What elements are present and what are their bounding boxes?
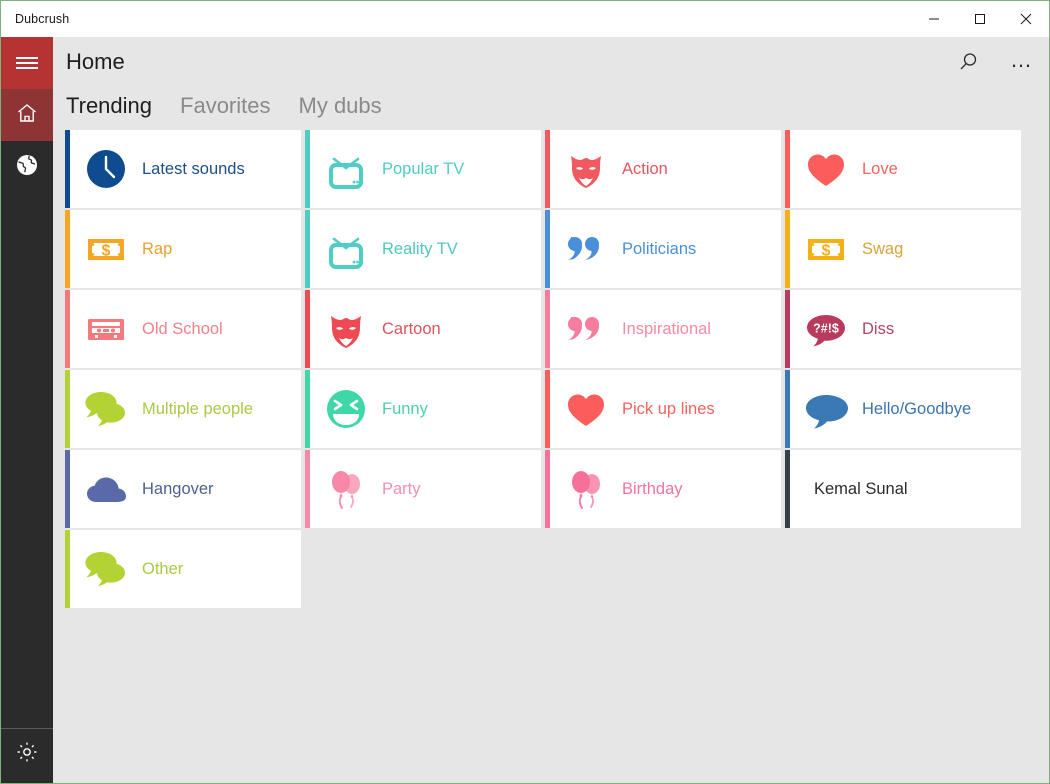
category-tile-label: Party <box>382 479 421 498</box>
category-tile[interactable]: Birthday <box>545 450 781 528</box>
home-button[interactable] <box>1 89 53 141</box>
laughing-face-icon <box>310 370 382 448</box>
category-tile-label: Love <box>862 159 898 178</box>
category-tile[interactable]: Old School <box>65 290 301 368</box>
category-tile-label: Inspirational <box>622 319 711 338</box>
category-tile[interactable]: Pick up lines <box>545 370 781 448</box>
globe-icon <box>15 153 39 182</box>
application-window: Dubcrush Home … Trending Favorites My du… <box>0 0 1050 784</box>
category-tile[interactable]: Reality TV <box>305 210 541 288</box>
banknote-icon: $ <box>70 210 142 288</box>
category-tile-label: Swag <box>862 239 904 258</box>
category-tile[interactable]: Love <box>785 130 1021 208</box>
chat-bubbles-icon <box>70 530 142 608</box>
title-bar: Dubcrush <box>1 1 1049 37</box>
more-options-button[interactable]: … <box>1005 47 1039 81</box>
category-grid: Latest sounds Popular TV Action Love $ Rap Rea… <box>65 130 1023 608</box>
category-tile[interactable]: Politicians <box>545 210 781 288</box>
category-tile[interactable]: Hello/Goodbye <box>785 370 1021 448</box>
category-tile[interactable]: Hangover <box>65 450 301 528</box>
mask-icon <box>310 290 382 368</box>
gear-icon <box>15 740 39 769</box>
navigation-rail <box>1 37 53 783</box>
category-tile[interactable]: $ Rap <box>65 210 301 288</box>
category-tile-label: Reality TV <box>382 239 458 258</box>
header-actions: … <box>951 47 1039 81</box>
window-controls <box>911 1 1049 37</box>
banknote-icon: $ <box>790 210 862 288</box>
category-tile-label: Pick up lines <box>622 399 715 418</box>
tab-my-dubs[interactable]: My dubs <box>298 93 383 119</box>
television-icon <box>310 210 382 288</box>
category-tile-label: Funny <box>382 399 428 418</box>
category-tile-label: Hello/Goodbye <box>862 399 972 418</box>
page-title: Home <box>66 49 125 74</box>
heart-icon <box>550 370 622 448</box>
balloons-icon <box>310 450 382 528</box>
quote-icon <box>550 290 622 368</box>
television-icon <box>310 130 382 208</box>
category-tile[interactable]: Kemal Sunal <box>785 450 1021 528</box>
heart-icon <box>790 130 862 208</box>
hamburger-icon <box>16 54 38 72</box>
category-tile[interactable]: ?#!$ Diss <box>785 290 1021 368</box>
category-tile-label: Action <box>622 159 668 178</box>
svg-text:$: $ <box>102 243 111 260</box>
hamburger-menu-button[interactable] <box>1 37 53 89</box>
category-tile[interactable]: Funny <box>305 370 541 448</box>
category-tile[interactable]: Cartoon <box>305 290 541 368</box>
tab-bar: Trending Favorites My dubs <box>65 93 383 119</box>
tab-favorites[interactable]: Favorites <box>179 93 271 119</box>
tab-trending[interactable]: Trending <box>65 93 153 119</box>
category-tile-label: Cartoon <box>382 319 441 338</box>
chat-bubbles-icon <box>70 370 142 448</box>
mask-icon <box>550 130 622 208</box>
category-tile-label: Birthday <box>622 479 683 498</box>
speech-bubble-icon <box>790 370 862 448</box>
category-tile-label: Politicians <box>622 239 697 258</box>
category-tile-label: Hangover <box>142 479 214 498</box>
window-title: Dubcrush <box>15 12 70 26</box>
category-tile-label: Diss <box>862 319 895 338</box>
settings-button[interactable] <box>1 728 53 780</box>
category-tile-label: Kemal Sunal <box>814 479 908 498</box>
ellipsis-icon: … <box>1010 46 1034 72</box>
svg-text:?#!$: ?#!$ <box>813 322 839 336</box>
close-button[interactable] <box>1003 1 1049 37</box>
maximize-button[interactable] <box>957 1 1003 37</box>
category-tile[interactable]: Latest sounds <box>65 130 301 208</box>
category-tile[interactable]: $ Swag <box>785 210 1021 288</box>
category-tile-label: Rap <box>142 239 173 258</box>
cassette-icon <box>70 290 142 368</box>
home-icon <box>15 101 39 130</box>
minimize-button[interactable] <box>911 1 957 37</box>
category-tile-label: Old School <box>142 319 223 338</box>
category-tile[interactable]: Other <box>65 530 301 608</box>
cloud-icon <box>70 450 142 528</box>
clock-icon <box>70 130 142 208</box>
category-tile[interactable]: Popular TV <box>305 130 541 208</box>
category-tile-label: Multiple people <box>142 399 253 418</box>
category-tile-label: Latest sounds <box>142 159 245 178</box>
balloons-icon <box>550 450 622 528</box>
category-tile[interactable]: Action <box>545 130 781 208</box>
category-tile-label: Popular TV <box>382 159 465 178</box>
svg-text:$: $ <box>822 243 831 260</box>
search-button[interactable] <box>951 47 985 81</box>
category-tile[interactable]: Inspirational <box>545 290 781 368</box>
category-tile[interactable]: Party <box>305 450 541 528</box>
category-tile-label: Other <box>142 559 184 578</box>
search-icon <box>957 51 979 78</box>
quote-icon <box>550 210 622 288</box>
globe-button[interactable] <box>1 141 53 193</box>
category-tile[interactable]: Multiple people <box>65 370 301 448</box>
censored-bubble-icon: ?#!$ <box>790 290 862 368</box>
content-pane: Home … Trending Favorites My dubs Latest s… <box>53 37 1049 783</box>
